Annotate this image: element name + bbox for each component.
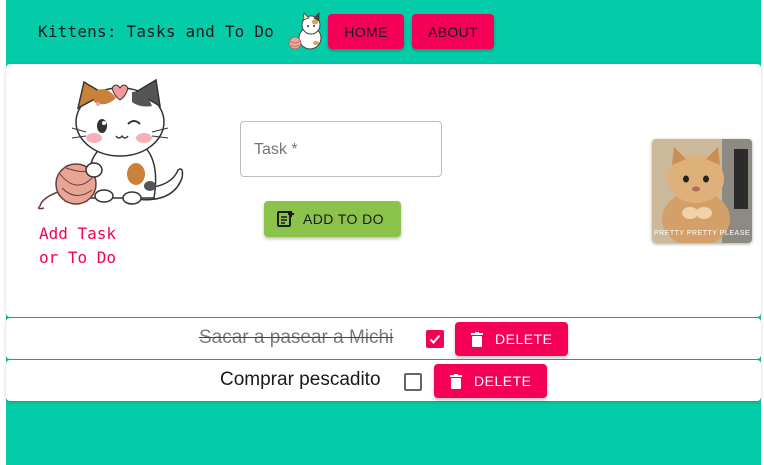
delete-button[interactable]: DELETE <box>434 364 547 398</box>
home-button[interactable]: HOME <box>328 14 404 49</box>
task-done-checkbox[interactable] <box>426 330 444 348</box>
task-input-label: Task * <box>254 141 298 158</box>
note-add-icon <box>277 211 294 227</box>
task-row: Comprar pescadito DELETE <box>6 360 761 401</box>
task-text: Comprar pescadito <box>220 369 381 390</box>
delete-label: DELETE <box>495 331 553 347</box>
add-todo-label: ADD TO DO <box>303 211 384 227</box>
checkbox-checked-icon <box>429 334 441 344</box>
task-row: Sacar a pasear a Michi DELETE <box>6 318 761 359</box>
kitten-photo-image <box>652 139 752 243</box>
add-task-caption: Add Task or To Do <box>39 224 117 267</box>
delete-label: DELETE <box>474 373 532 389</box>
about-button[interactable]: ABOUT <box>412 14 494 49</box>
add-todo-button[interactable]: ADD TO DO <box>264 201 401 237</box>
app-title: Kittens: Tasks and To Do <box>38 22 274 41</box>
kitten-photo-caption: PRETTY PRETTY PLEASE <box>653 230 751 237</box>
task-done-checkbox[interactable] <box>404 373 422 391</box>
task-text: Sacar a pasear a Michi <box>199 327 394 348</box>
delete-icon <box>450 373 462 389</box>
cat-logo-icon <box>288 12 322 50</box>
cat-with-yarn-illustration <box>37 78 184 210</box>
app-header: Kittens: Tasks and To Do HOME ABOUT <box>6 0 761 64</box>
delete-icon <box>471 331 483 347</box>
kitten-photo: PRETTY PRETTY PLEASE <box>652 139 752 243</box>
delete-button[interactable]: DELETE <box>455 322 568 356</box>
add-task-card: Add Task or To Do Task * ADD TO DO PRETT… <box>6 64 761 317</box>
task-input[interactable]: Task * <box>240 121 442 177</box>
